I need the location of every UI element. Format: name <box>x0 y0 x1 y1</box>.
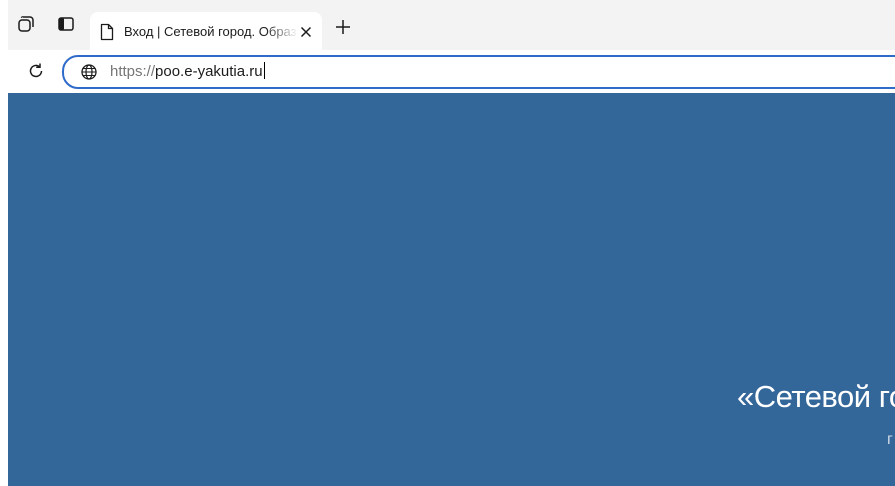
page-content: «Сетевой го г <box>8 93 895 486</box>
globe-icon[interactable] <box>80 63 98 81</box>
url-text[interactable]: https://poo.e-yakutia.ru <box>110 61 265 83</box>
url-host: poo.e-yakutia.ru <box>155 63 263 80</box>
address-bar[interactable]: https://poo.e-yakutia.ru <box>62 55 895 89</box>
close-icon[interactable] <box>296 22 316 42</box>
hero-title: «Сетевой го <box>737 379 895 414</box>
tab-strip: Вход | Сетевой город. Образование <box>0 0 895 50</box>
browser-toolbar: https://poo.e-yakutia.ru <box>0 50 895 92</box>
vertical-tabs-icon[interactable] <box>52 10 80 38</box>
tab-actions-icon[interactable] <box>12 10 40 38</box>
reload-icon[interactable] <box>24 58 48 84</box>
hero-subtitle: г <box>887 431 893 448</box>
plus-icon[interactable] <box>330 14 356 40</box>
text-caret <box>263 62 265 79</box>
tab-active[interactable]: Вход | Сетевой город. Образование <box>90 12 322 50</box>
document-icon <box>99 23 115 41</box>
url-scheme: https:// <box>110 63 156 80</box>
